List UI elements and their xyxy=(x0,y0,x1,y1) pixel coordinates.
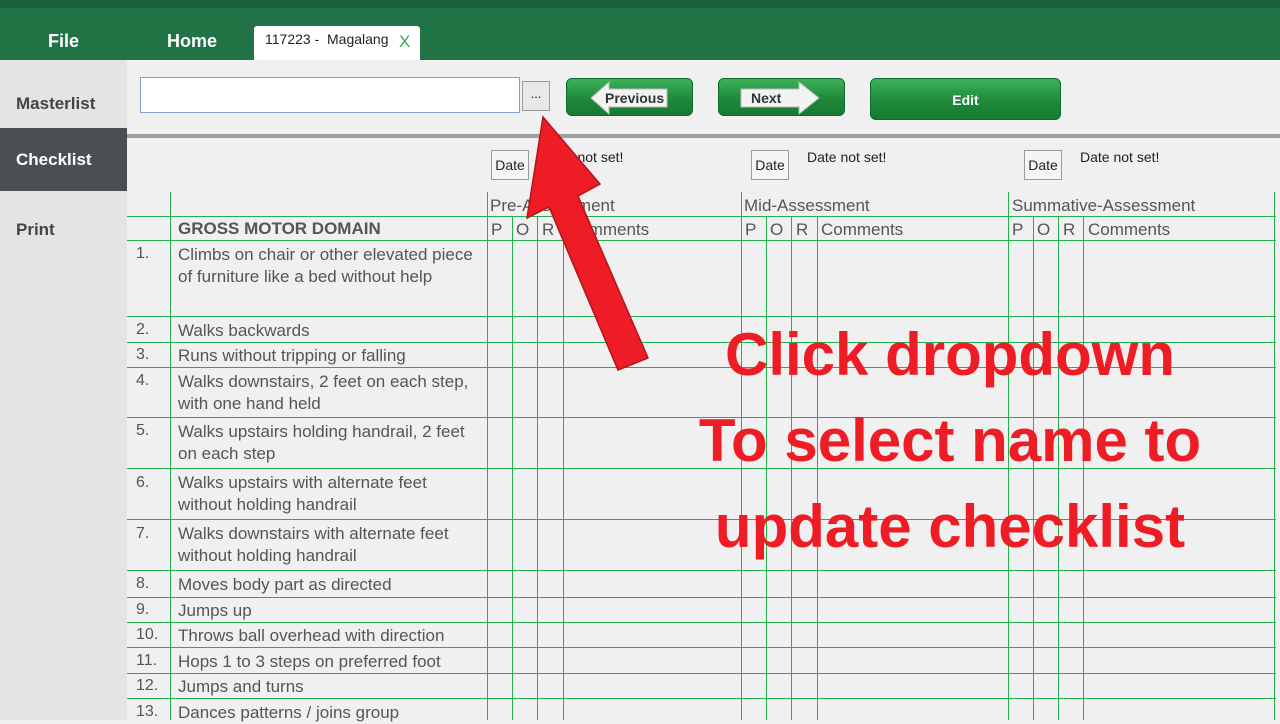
callout-line-2: To select name to xyxy=(698,407,1202,474)
toolbar-divider xyxy=(127,134,1280,138)
sidebar: Masterlist Checklist Print xyxy=(0,60,127,720)
open-tab[interactable]: 117223 - Magalang X xyxy=(254,26,420,60)
row-number: 10. xyxy=(136,626,159,643)
row-number: 7. xyxy=(136,525,150,542)
col-o: O xyxy=(770,220,784,239)
grid-line xyxy=(487,192,488,720)
row-number: 6. xyxy=(136,474,150,491)
mid-assessment-header: Mid-Assessment xyxy=(744,196,870,215)
grid-line xyxy=(127,622,1276,623)
row-text: Dances patterns / joins group xyxy=(178,703,400,722)
next-arrow-icon xyxy=(740,80,820,116)
grid-line xyxy=(127,698,1276,699)
close-icon[interactable]: X xyxy=(399,32,410,52)
col-p: P xyxy=(1012,220,1024,239)
grid-line xyxy=(1274,192,1275,720)
mid-date-text: Date not set! xyxy=(807,149,887,165)
row-text: Walks downstairs with alternate feet wit… xyxy=(178,524,449,565)
row-number: 1. xyxy=(136,245,150,262)
row-number: 2. xyxy=(136,321,150,338)
row-text: Runs without tripping or falling xyxy=(178,346,406,365)
row-number: 5. xyxy=(136,422,150,439)
row-number: 4. xyxy=(136,372,150,389)
row-number: 12. xyxy=(136,677,159,694)
callout-line-1: Click dropdown xyxy=(725,321,1175,388)
sidebar-item-masterlist[interactable]: Masterlist xyxy=(0,72,127,135)
edit-label: Edit xyxy=(952,92,979,108)
instruction-callout: Click dropdown To select name to update … xyxy=(670,312,1230,570)
summative-date-button[interactable]: Date xyxy=(1024,150,1062,180)
grid-line xyxy=(127,570,1276,571)
menu-file[interactable]: File xyxy=(48,31,79,52)
mid-date-button[interactable]: Date xyxy=(751,150,789,180)
col-r: R xyxy=(1063,220,1076,239)
row-text: Jumps and turns xyxy=(178,677,304,696)
domain-title: GROSS MOTOR DOMAIN xyxy=(178,219,381,238)
row-text: Walks backwards xyxy=(178,321,310,340)
row-text: Hops 1 to 3 steps on preferred foot xyxy=(178,652,441,671)
row-text: Walks downstairs, 2 feet on each step, w… xyxy=(178,372,469,413)
tab-label: 117223 - Magalang xyxy=(265,31,389,47)
callout-arrow-icon xyxy=(526,115,649,371)
grid-line xyxy=(127,216,1276,217)
col-comments: Comments xyxy=(821,220,904,239)
callout-line-3: update checklist xyxy=(714,493,1186,560)
row-text: Throws ball overhead with direction xyxy=(178,626,445,645)
grid-line xyxy=(127,597,1276,598)
col-r: R xyxy=(796,220,809,239)
row-text: Walks upstairs holding handrail, 2 feet … xyxy=(178,422,465,463)
row-number: 8. xyxy=(136,575,150,592)
col-p: P xyxy=(745,220,757,239)
ribbon-bar: File Home 117223 - Magalang X xyxy=(0,0,1280,60)
grid-line xyxy=(127,240,1276,241)
edit-button[interactable]: Edit xyxy=(870,78,1061,120)
sidebar-item-checklist[interactable]: Checklist xyxy=(0,128,127,191)
title-strip xyxy=(0,0,1280,8)
summative-assessment-header: Summative-Assessment xyxy=(1012,196,1196,215)
sidebar-item-print[interactable]: Print xyxy=(0,198,127,261)
row-text: Moves body part as directed xyxy=(178,575,392,594)
row-number: 11. xyxy=(136,652,158,669)
name-search-input[interactable] xyxy=(140,77,520,113)
row-number: 3. xyxy=(136,346,150,363)
grid-line xyxy=(170,192,171,720)
row-text: Walks upstairs with alternate feet witho… xyxy=(178,473,427,514)
row-number: 13. xyxy=(136,703,159,720)
row-text: Climbs on chair or other elevated piece … xyxy=(178,245,473,286)
row-text: Jumps up xyxy=(178,601,252,620)
next-button[interactable]: Next xyxy=(718,78,845,116)
col-comments: Comments xyxy=(1088,220,1171,239)
col-o: O xyxy=(1037,220,1051,239)
row-number: 9. xyxy=(136,601,150,618)
next-label: Next xyxy=(751,90,782,106)
menu-home[interactable]: Home xyxy=(167,31,217,52)
summative-date-text: Date not set! xyxy=(1080,149,1160,165)
grid-line xyxy=(127,647,1276,648)
grid-line xyxy=(127,673,1276,674)
